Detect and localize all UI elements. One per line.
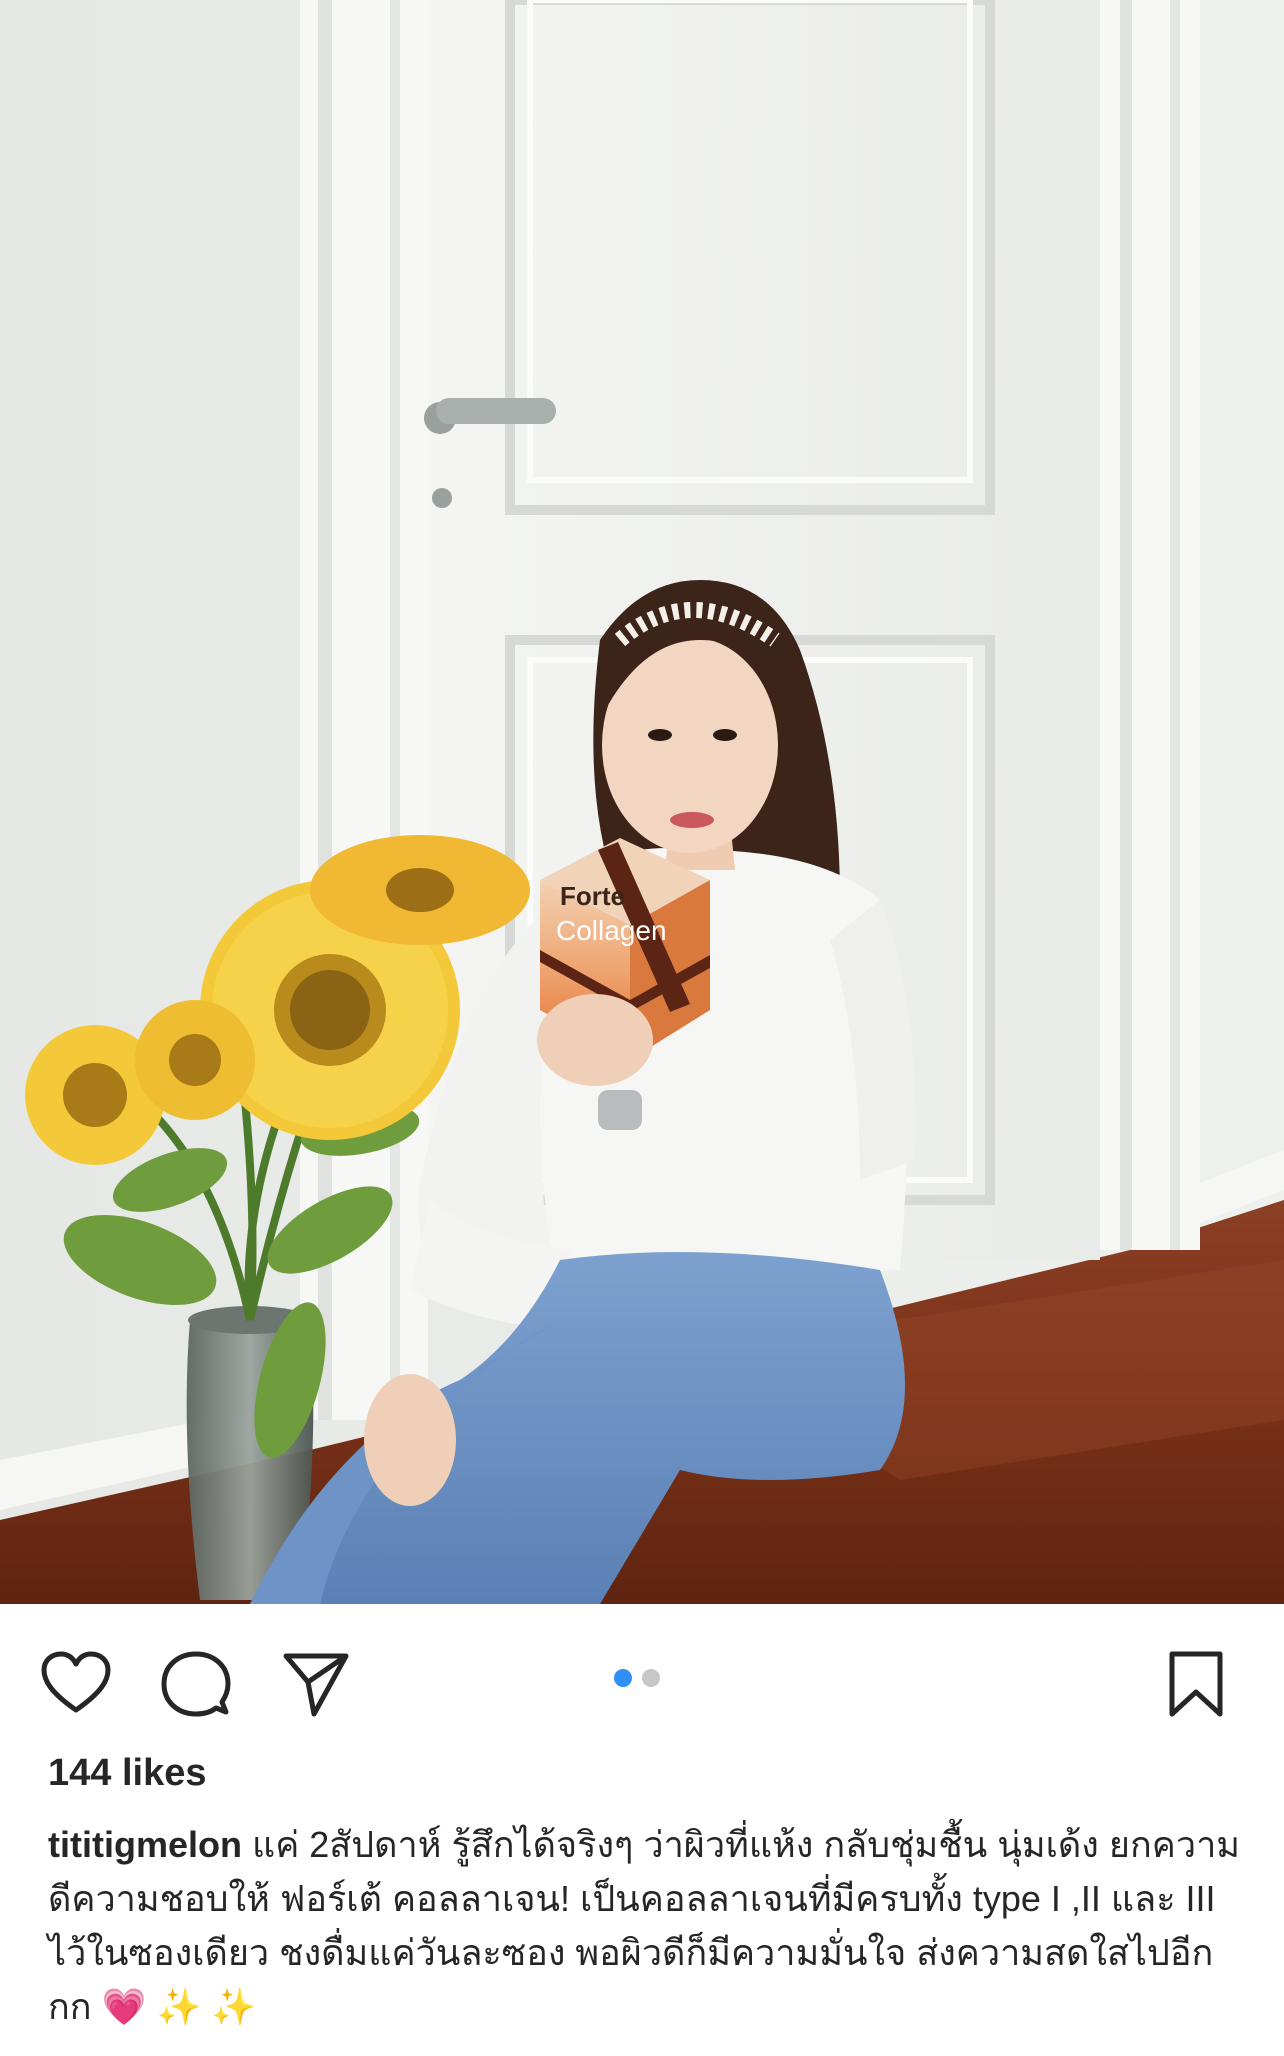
carousel-dot-active: [614, 1669, 632, 1687]
post-action-bar: [0, 1604, 1284, 1744]
carousel-dot: [642, 1669, 660, 1687]
post-photo[interactable]: Forte Collagen: [0, 0, 1284, 1604]
sparkles-emoji-icon: ✨: [211, 1987, 257, 2028]
likes-count[interactable]: 144 likes: [48, 1748, 206, 1798]
caption-username[interactable]: tititigmelon: [48, 1824, 242, 1865]
paper-plane-icon[interactable]: [280, 1648, 352, 1720]
comment-bubble-icon[interactable]: [160, 1648, 232, 1720]
sparkles-emoji-icon: ✨: [156, 1987, 202, 2028]
heart-outline-icon[interactable]: [40, 1648, 112, 1720]
product-brand-text: Forte: [560, 881, 625, 911]
post-caption: tititigmelon แค่ 2สัปดาห์ รู้สึกได้จริงๆ…: [48, 1818, 1248, 2035]
bookmark-outline-icon[interactable]: [1160, 1648, 1232, 1720]
product-name-text: Collagen: [556, 915, 667, 946]
heart-emoji-icon: 💗: [101, 1987, 147, 2028]
carousel-indicator: [614, 1669, 660, 1689]
